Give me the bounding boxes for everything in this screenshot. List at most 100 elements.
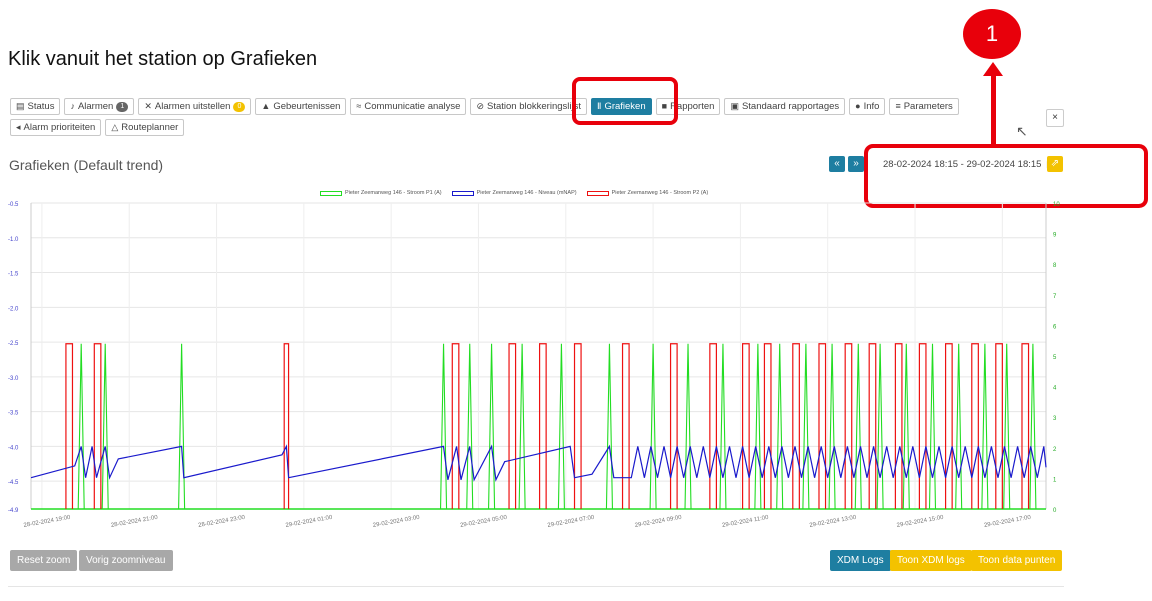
p2-pulse — [818, 343, 827, 509]
tab-standaard-rapportages-label: Standaard rapportages — [741, 101, 840, 112]
p2-pulse — [709, 343, 717, 509]
tab-status[interactable]: ▤ Status — [10, 98, 61, 115]
y-right-tick-label: 6 — [1053, 324, 1057, 330]
tab-alarmen-uitstellen[interactable]: ✕ Alarmen uitstellen 0 — [138, 98, 252, 115]
y-right-tick-label: 5 — [1053, 355, 1057, 361]
p1-spike — [466, 343, 474, 510]
tab-standaard-rapportages[interactable]: ▣ Standaard rapportages — [724, 98, 846, 115]
tab-status-label: Status — [27, 101, 55, 112]
toon-xdm-logs-button[interactable]: Toon XDM logs — [890, 550, 972, 571]
x-tick-label: 29-02-2024 03:00 — [372, 515, 420, 529]
tab-status-icon: ▤ — [16, 101, 25, 111]
tab-communicatie-analyse-icon: ≈ — [356, 101, 362, 111]
y-left-tick-label: -2.0 — [8, 306, 19, 312]
p2-pulse — [995, 343, 1003, 509]
p2-pulse — [621, 343, 630, 509]
next-period-button[interactable]: » — [848, 156, 864, 172]
x-tick-label: 29-02-2024 07:00 — [547, 515, 595, 529]
tab-routeplanner[interactable]: △ Routeplanner — [105, 119, 185, 136]
p1-spike — [605, 343, 613, 510]
p1-spike — [828, 343, 836, 510]
p2-pulse — [669, 343, 678, 509]
tab-alarm-prioriteiten-label: Alarm prioriteiten — [23, 122, 96, 133]
tab-alarm-prioriteiten[interactable]: ◂ Alarm prioriteiten — [10, 119, 102, 136]
tab-routeplanner-icon: △ — [111, 122, 119, 132]
p1-spike — [1003, 343, 1011, 510]
x-tick-label: 28-02-2024 23:00 — [198, 515, 246, 529]
p2-pulse — [65, 343, 74, 509]
y-right-tick-label: 10 — [1053, 202, 1060, 208]
toon-data-punten-button[interactable]: Toon data punten — [971, 550, 1063, 571]
p2-pulse — [93, 343, 102, 509]
trend-chart[interactable]: -0.5 -1.0 -1.5 -2.0 -2.5 -3.0 -3.5 -4.0 -4.5 -4.9… — [0, 185, 1080, 530]
p1-spike — [928, 343, 937, 510]
p1-spike — [981, 343, 989, 510]
tab-parameters-icon: ≡ — [895, 101, 901, 111]
y-right-tick-label: 0 — [1053, 508, 1057, 514]
p1-spike — [902, 343, 910, 510]
p1-spike — [876, 343, 884, 510]
y-left-tick-label: -4.9 — [8, 508, 19, 514]
p1-spike — [1029, 343, 1037, 510]
y-right-tick-label: 4 — [1053, 386, 1057, 392]
p2-pulse — [971, 343, 979, 509]
tab-gebeurtenissen[interactable]: ▲ Gebeurtenissen — [255, 98, 347, 115]
tab-standaard-rapportages-icon: ▣ — [730, 101, 739, 111]
tab-alarmen-icon: ♪ — [70, 101, 75, 111]
x-tick-label: 29-02-2024 13:00 — [809, 515, 857, 529]
x-tick-label: 29-02-2024 17:00 — [984, 515, 1032, 529]
step-marker: 1 — [963, 9, 1021, 59]
tab-communicatie-analyse[interactable]: ≈ Communicatie analyse — [350, 98, 467, 115]
p2-pulse — [918, 343, 927, 509]
tab-gebeurtenissen-label: Gebeurtenissen — [273, 101, 341, 112]
x-tick-label: 29-02-2024 11:00 — [722, 515, 770, 529]
x-tick-label: 29-02-2024 01:00 — [285, 515, 333, 529]
y-left-tick-label: -3.0 — [8, 376, 19, 382]
p1-spike — [488, 343, 496, 510]
p2-pulse — [894, 343, 903, 509]
x-tick-label: 29-02-2024 09:00 — [634, 515, 682, 529]
highlight-grafieken — [572, 77, 678, 125]
tab-routeplanner-label: Routeplanner — [121, 122, 179, 133]
tab-gebeurtenissen-icon: ▲ — [261, 101, 271, 111]
y-left-tick-label: -1.5 — [8, 272, 19, 278]
y-left-tick-label: -2.5 — [8, 341, 19, 347]
close-button[interactable]: × — [1046, 109, 1064, 127]
p1-spike — [719, 343, 727, 510]
tab-alarmen-uitstellen-count-badge: 0 — [233, 101, 246, 112]
p1-spike — [684, 343, 692, 510]
p2-pulse — [741, 343, 750, 509]
tab-alarmen-label: Alarmen — [77, 101, 114, 112]
reset-zoom-button[interactable]: Reset zoom — [10, 550, 78, 571]
p1-spike — [557, 343, 565, 510]
p1-spike — [802, 343, 810, 510]
tab-parameters[interactable]: ≡ Parameters — [889, 98, 959, 115]
p1-spike — [439, 343, 448, 510]
prev-period-button[interactable]: « — [829, 156, 845, 172]
y-right-tick-label: 8 — [1053, 263, 1057, 269]
tab-communicatie-analyse-label: Communicatie analyse — [364, 101, 461, 112]
tab-info-icon: ● — [855, 101, 861, 111]
p1-spike — [955, 343, 963, 510]
p2-pulse — [844, 343, 853, 509]
y-left-tick-label: -4.5 — [8, 480, 19, 486]
y-left-tick-label: -3.5 — [8, 411, 19, 417]
p1-spike — [854, 343, 862, 510]
tab-info[interactable]: ● Info — [849, 98, 886, 115]
divider — [8, 586, 1064, 587]
tab-station-blokkeringslijst[interactable]: ⊘ Station blokkeringslijst — [470, 98, 587, 115]
p2-pulse — [451, 343, 460, 509]
p2-pulse — [1021, 343, 1030, 509]
p2-pulse — [763, 343, 772, 509]
p1-spike — [518, 343, 526, 510]
tab-alarmen[interactable]: ♪ Alarmen 1 — [64, 98, 135, 115]
tab-alarmen-count-badge: 1 — [116, 101, 129, 112]
p2-pulse — [573, 343, 582, 509]
prev-zoom-button[interactable]: Vorig zoomniveau — [79, 550, 173, 571]
xdm-logs-button[interactable]: XDM Logs — [830, 550, 891, 571]
p2-pulse — [944, 343, 953, 509]
x-tick-label: 29-02-2024 05:00 — [460, 515, 508, 529]
tab-station-blokkeringslijst-label: Station blokkeringslijst — [487, 101, 581, 112]
p1-spike — [77, 343, 85, 510]
p2-pulse — [283, 343, 290, 509]
